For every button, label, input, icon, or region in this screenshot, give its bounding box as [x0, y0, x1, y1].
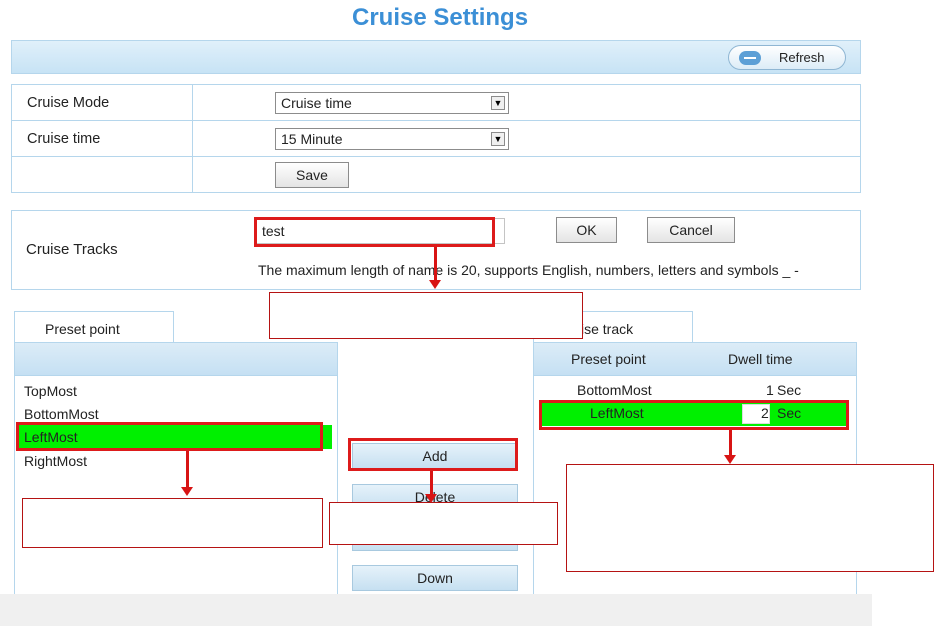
tab-preset-point-label: Preset point	[45, 321, 120, 337]
cruise-form: Cruise Mode Cruise time ▼ Cruise time 15…	[11, 84, 861, 193]
callout-arrow	[430, 471, 433, 494]
refresh-icon	[739, 50, 761, 65]
callout-box	[329, 502, 558, 545]
preset-panel-header	[14, 342, 338, 376]
column-header-preset: Preset point	[571, 351, 646, 367]
cruise-time-label: Cruise time	[11, 120, 193, 157]
refresh-label: Refresh	[779, 50, 825, 65]
callout-box	[22, 498, 323, 548]
cancel-button[interactable]: Cancel	[647, 217, 735, 243]
save-button[interactable]: Save	[275, 161, 349, 188]
dropdown-arrow-icon[interactable]: ▼	[491, 95, 505, 110]
dropdown-arrow-icon[interactable]: ▼	[491, 131, 505, 146]
cruise-mode-select[interactable]: Cruise time ▼	[275, 91, 509, 114]
track-row-unit: Sec	[777, 382, 802, 398]
track-row-dwell: 1	[766, 382, 774, 398]
callout-arrow	[434, 247, 437, 280]
track-panel-header: Preset point Dwell time	[533, 342, 857, 376]
arrow-down-icon	[181, 487, 193, 496]
tab-preset-point[interactable]: Preset point	[14, 311, 174, 343]
cruise-mode-value: Cruise time	[281, 94, 352, 111]
highlight-box	[254, 217, 495, 247]
callout-box	[269, 292, 583, 339]
down-button[interactable]: Down	[352, 565, 518, 591]
list-item[interactable]: BottomMost	[24, 406, 99, 422]
track-row-preset: BottomMost	[577, 382, 652, 398]
highlight-box	[16, 422, 323, 451]
callout-arrow	[729, 430, 732, 455]
list-item[interactable]: TopMost	[24, 383, 77, 399]
list-item[interactable]: RightMost	[24, 453, 87, 469]
arrow-down-icon	[429, 280, 441, 289]
cruise-time-value: 15 Minute	[281, 130, 343, 147]
name-hint-text: The maximum length of name is 20, suppor…	[258, 262, 799, 278]
cruise-mode-label: Cruise Mode	[11, 84, 193, 121]
callout-arrow	[186, 451, 189, 488]
cruise-time-select[interactable]: 15 Minute ▼	[275, 127, 509, 150]
refresh-button[interactable]: Refresh	[728, 45, 846, 70]
callout-box	[566, 464, 934, 572]
cruise-tracks-label: Cruise Tracks	[26, 241, 118, 258]
arrow-down-icon	[724, 455, 736, 464]
tab-cruise-track-label: ise track	[581, 321, 634, 337]
highlight-box	[539, 400, 849, 430]
ok-button[interactable]: OK	[556, 217, 617, 243]
page-title: Cruise Settings	[352, 4, 529, 31]
column-header-dwell: Dwell time	[728, 351, 793, 367]
highlight-box	[348, 438, 518, 471]
footer-bar	[0, 594, 872, 626]
